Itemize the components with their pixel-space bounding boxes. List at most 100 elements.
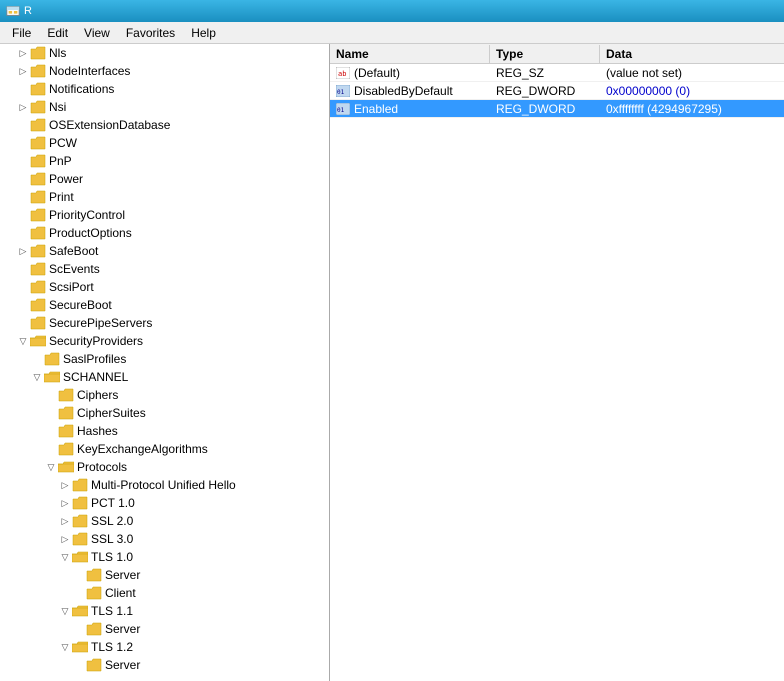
expand-icon-tls12[interactable]: ▽	[58, 640, 72, 654]
tree-label-hashes: Hashes	[77, 424, 118, 438]
tree-label-tls12server: Server	[105, 658, 140, 672]
reg-icon-ab: ab	[336, 66, 350, 80]
expand-icon-schannel[interactable]: ▽	[30, 370, 44, 384]
tree-label-nsi: Nsi	[49, 100, 66, 114]
tree-label-pcw: PCW	[49, 136, 77, 150]
tree-item-secureboot[interactable]: SecureBoot	[0, 296, 329, 314]
menu-help[interactable]: Help	[183, 24, 224, 42]
expand-icon-nodeinterfaces[interactable]: ▷	[16, 64, 30, 78]
tree-label-prioritycontrol: PriorityControl	[49, 208, 125, 222]
expand-icon-tls11[interactable]: ▽	[58, 604, 72, 618]
folder-icon-tls11server	[86, 622, 102, 636]
tree-label-ssl30: SSL 3.0	[91, 532, 133, 546]
tree-label-keyexchange: KeyExchangeAlgorithms	[77, 442, 208, 456]
tree-item-hashes[interactable]: Hashes	[0, 422, 329, 440]
folder-icon-saslprofiles	[44, 352, 60, 366]
registry-header: Name Type Data	[330, 44, 784, 64]
tree-item-tls10server[interactable]: Server	[0, 566, 329, 584]
tree-item-scevents[interactable]: ScEvents	[0, 260, 329, 278]
tree-item-osextdb[interactable]: OSExtensionDatabase	[0, 116, 329, 134]
col-header-data: Data	[600, 45, 784, 63]
tree-item-schannel[interactable]: ▽ SCHANNEL	[0, 368, 329, 386]
registry-row-default[interactable]: ab (Default) REG_SZ (value not set)	[330, 64, 784, 82]
reg-icon-enabled: 01	[336, 102, 350, 116]
tree-label-ssl20: SSL 2.0	[91, 514, 133, 528]
registry-row-disabledbydefault[interactable]: 01 DisabledByDefault REG_DWORD 0x0000000…	[330, 82, 784, 100]
tree-item-secproviders[interactable]: ▽ SecurityProviders	[0, 332, 329, 350]
tree-panel[interactable]: ▷ Nls ▷ NodeInterfaces Notifications ▷	[0, 44, 330, 681]
tree-item-ciphers[interactable]: Ciphers	[0, 386, 329, 404]
tree-item-tls12[interactable]: ▽ TLS 1.2	[0, 638, 329, 656]
tree-label-notifications: Notifications	[49, 82, 114, 96]
tree-item-nsi[interactable]: ▷ Nsi	[0, 98, 329, 116]
expand-icon-secproviders[interactable]: ▽	[16, 334, 30, 348]
tree-item-prioritycontrol[interactable]: PriorityControl	[0, 206, 329, 224]
tree-item-ssl20[interactable]: ▷ SSL 2.0	[0, 512, 329, 530]
expand-icon-tls10[interactable]: ▽	[58, 550, 72, 564]
tree-label-multiproto: Multi-Protocol Unified Hello	[91, 478, 236, 492]
folder-icon-multiproto	[72, 478, 88, 492]
tree-item-tls10[interactable]: ▽ TLS 1.0	[0, 548, 329, 566]
tree-item-pct10[interactable]: ▷ PCT 1.0	[0, 494, 329, 512]
expand-icon-multiproto[interactable]: ▷	[58, 478, 72, 492]
expand-icon-safeboot[interactable]: ▷	[16, 244, 30, 258]
tree-item-nls[interactable]: ▷ Nls	[0, 44, 329, 62]
tree-label-pnp: PnP	[49, 154, 72, 168]
registry-panel[interactable]: Name Type Data ab (Default) REG_SZ (valu…	[330, 44, 784, 681]
expand-icon-protocols[interactable]: ▽	[44, 460, 58, 474]
menu-favorites[interactable]: Favorites	[118, 24, 183, 42]
tree-label-secproviders: SecurityProviders	[49, 334, 143, 348]
expand-icon-ssl20[interactable]: ▷	[58, 514, 72, 528]
folder-icon-pnp	[30, 154, 46, 168]
tree-item-scsiport[interactable]: ScsiPort	[0, 278, 329, 296]
tree-item-nodeinterfaces[interactable]: ▷ NodeInterfaces	[0, 62, 329, 80]
tree-item-pnp[interactable]: PnP	[0, 152, 329, 170]
folder-icon-tls11	[72, 604, 88, 618]
menu-file[interactable]: File	[4, 24, 39, 42]
tree-item-productoptions[interactable]: ProductOptions	[0, 224, 329, 242]
tree-item-pcw[interactable]: PCW	[0, 134, 329, 152]
tree-label-tls10: TLS 1.0	[91, 550, 133, 564]
folder-icon-ciphersuites	[58, 406, 74, 420]
tree-item-tls11[interactable]: ▽ TLS 1.1	[0, 602, 329, 620]
tree-item-print[interactable]: Print	[0, 188, 329, 206]
tree-item-securepipe[interactable]: SecurePipeServers	[0, 314, 329, 332]
expand-icon-ssl30[interactable]: ▷	[58, 532, 72, 546]
folder-icon-schannel	[44, 370, 60, 384]
folder-icon-securepipe	[30, 316, 46, 330]
reg-type-enabled: REG_DWORD	[490, 101, 600, 117]
expand-icon-nls[interactable]: ▷	[16, 46, 30, 60]
main-content: ▷ Nls ▷ NodeInterfaces Notifications ▷	[0, 44, 784, 681]
tree-item-saslprofiles[interactable]: SaslProfiles	[0, 350, 329, 368]
folder-icon-tls12server	[86, 658, 102, 672]
tree-item-keyexchange[interactable]: KeyExchangeAlgorithms	[0, 440, 329, 458]
tree-item-ciphersuites[interactable]: CipherSuites	[0, 404, 329, 422]
tree-item-ssl30[interactable]: ▷ SSL 3.0	[0, 530, 329, 548]
tree-label-schannel: SCHANNEL	[63, 370, 128, 384]
folder-icon-secureboot	[30, 298, 46, 312]
folder-icon-ssl30	[72, 532, 88, 546]
tree-label-tls10client: Client	[105, 586, 136, 600]
col-header-type: Type	[490, 45, 600, 63]
tree-item-safeboot[interactable]: ▷ SafeBoot	[0, 242, 329, 260]
tree-item-tls10client[interactable]: Client	[0, 584, 329, 602]
tree-item-tls11server[interactable]: Server	[0, 620, 329, 638]
menu-edit[interactable]: Edit	[39, 24, 76, 42]
expand-icon-pct10[interactable]: ▷	[58, 496, 72, 510]
folder-icon-tls12	[72, 640, 88, 654]
registry-row-enabled[interactable]: 01 Enabled REG_DWORD 0xffffffff (4294967…	[330, 100, 784, 118]
menu-bar: File Edit View Favorites Help	[0, 22, 784, 44]
expand-icon-nsi[interactable]: ▷	[16, 100, 30, 114]
tree-item-notifications[interactable]: Notifications	[0, 80, 329, 98]
tree-label-securepipe: SecurePipeServers	[49, 316, 152, 330]
menu-view[interactable]: View	[76, 24, 118, 42]
app-icon	[6, 4, 20, 18]
reg-type-disabledbydefault: REG_DWORD	[490, 83, 600, 99]
folder-icon-safeboot	[30, 244, 46, 258]
tree-item-power[interactable]: Power	[0, 170, 329, 188]
tree-item-tls12server[interactable]: Server	[0, 656, 329, 674]
tree-item-multiproto[interactable]: ▷ Multi-Protocol Unified Hello	[0, 476, 329, 494]
folder-icon-tls10client	[86, 586, 102, 600]
svg-text:01: 01	[337, 107, 345, 114]
tree-item-protocols[interactable]: ▽ Protocols	[0, 458, 329, 476]
